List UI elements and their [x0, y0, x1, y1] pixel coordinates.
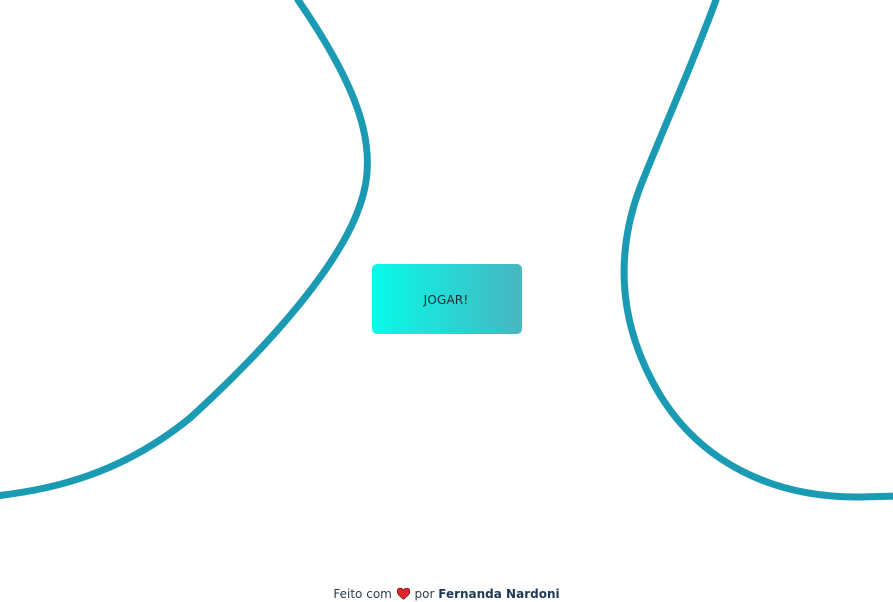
footer-middle: por: [414, 587, 435, 601]
left-curve: [0, 0, 371, 499]
play-button[interactable]: JOGAR!: [372, 264, 522, 334]
game-start-screen: JOGAR! Feito com por Fernanda Nardoni: [0, 0, 893, 602]
play-button-label: JOGAR!: [423, 292, 469, 307]
heart-icon: [396, 588, 410, 600]
right-curve: [620, 0, 893, 501]
footer: Feito com por Fernanda Nardoni: [0, 586, 893, 602]
author-name: Fernanda Nardoni: [438, 587, 560, 601]
footer-prefix: Feito com: [333, 587, 392, 601]
